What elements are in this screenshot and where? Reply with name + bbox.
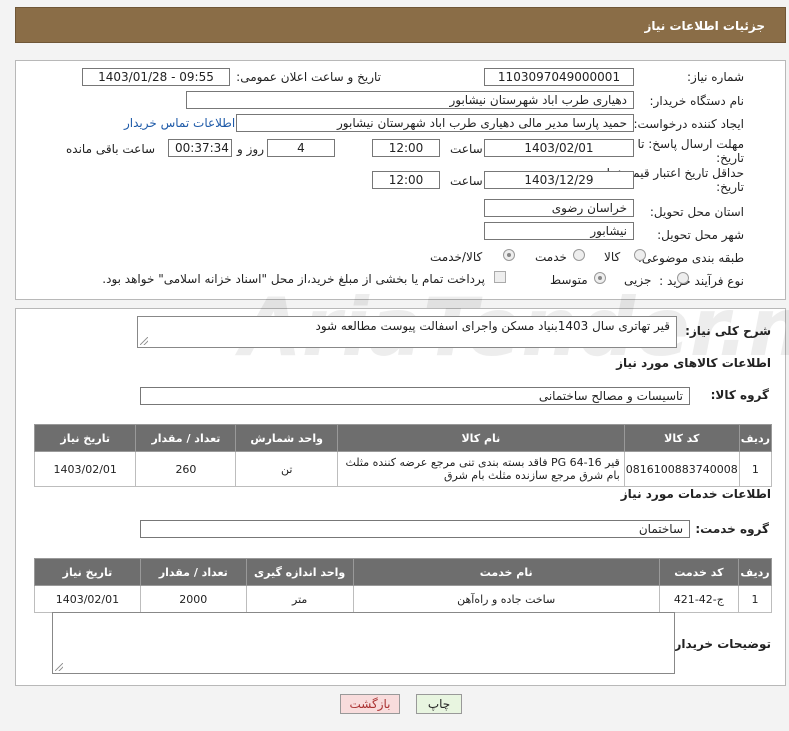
col-need-date: تاریخ نیاز xyxy=(34,558,141,586)
treasury-payment-checkbox[interactable] xyxy=(494,271,506,283)
goods-group-label: گروه کالا: xyxy=(710,388,769,402)
goods-group-field: تاسیسات و مصالح ساختمانی xyxy=(140,387,690,405)
service-qty: 2000 xyxy=(139,585,247,613)
purchase-option-medium: متوسط xyxy=(550,273,588,287)
goods-table: ردیف کد کالا نام کالا واحد شمارش تعداد /… xyxy=(33,424,773,487)
service-unit: متر xyxy=(245,585,354,613)
purchase-radio-medium[interactable] xyxy=(594,272,606,284)
remaining-time-field: 00:37:34 xyxy=(168,139,232,157)
category-label: طبقه بندی موضوعی: xyxy=(637,251,744,265)
buyer-notes-text xyxy=(53,613,674,617)
goods-section-title: اطلاعات کالاهای مورد نیاز xyxy=(616,356,771,370)
table-row: 1 0816100883740008 قیر PG 64-16 فاقد بست… xyxy=(33,451,773,487)
col-unit: واحد شمارش xyxy=(235,424,338,452)
buyer-notes-label: توضیحات خریدار: xyxy=(669,637,771,651)
buyer-org-label: نام دستگاه خریدار: xyxy=(649,94,745,108)
buyer-notes-textarea[interactable] xyxy=(52,612,675,674)
service-name: ساخت جاده و راه‌آهن xyxy=(352,585,660,613)
table-row: 1 ج-42-421 ساخت جاده و راه‌آهن متر 2000 … xyxy=(34,585,773,613)
need-number-label: شماره نیاز: xyxy=(687,70,744,84)
requester-field: حمید پارسا مدیر مالی دهیاری طرب اباد شهر… xyxy=(236,114,634,132)
service-row-number: 1 xyxy=(737,585,773,613)
category-option-goods: کالا xyxy=(604,250,621,264)
need-number-field: 1103097049000001 xyxy=(484,68,634,86)
resize-handle-icon[interactable] xyxy=(140,337,148,345)
validity-date-label: تاریخ: xyxy=(716,180,744,194)
col-qty: تعداد / مقدار xyxy=(135,424,237,452)
category-radio-goods[interactable] xyxy=(634,249,646,261)
buyer-contact-link[interactable]: اطلاعات تماس خریدار xyxy=(124,116,235,130)
page-header: جزئیات اطلاعات نیاز xyxy=(15,7,786,43)
city-label: شهر محل تحویل: xyxy=(657,228,744,242)
category-option-goods-service: کالا/خدمت xyxy=(430,250,483,264)
send-date-field: 1403/02/01 xyxy=(484,139,634,157)
col-row: ردیف xyxy=(738,424,773,452)
city-field: نیشابور xyxy=(484,222,634,240)
col-row: ردیف xyxy=(737,558,773,586)
col-service-name: نام خدمت xyxy=(352,558,660,586)
announce-date-field: 1403/01/28 - 09:55 xyxy=(82,68,230,86)
remaining-time-label: ساعت باقی مانده xyxy=(66,142,156,156)
service-need-date: 1403/02/01 xyxy=(34,585,141,613)
col-unit: واحد اندازه گیری xyxy=(245,558,354,586)
goods-unit: تن xyxy=(235,451,338,487)
purchase-radio-minor[interactable] xyxy=(677,272,689,284)
print-button[interactable]: چاپ xyxy=(416,694,462,714)
province-label: استان محل تحویل: xyxy=(649,205,744,219)
send-deadline-label: مهلت ارسال پاسخ: تا xyxy=(637,137,744,151)
category-radio-service[interactable] xyxy=(573,249,585,261)
category-option-service: خدمت xyxy=(535,250,567,264)
services-section-title: اطلاعات خدمات مورد نیاز xyxy=(620,487,771,501)
description-textarea[interactable]: قیر تهاتری سال 1403بنیاد مسکن واجرای اسف… xyxy=(137,316,677,348)
goods-row-number: 1 xyxy=(738,451,773,487)
col-goods-code: کد کالا xyxy=(623,424,740,452)
days-field: 4 xyxy=(267,139,335,157)
send-time-label: ساعت xyxy=(450,142,483,156)
services-group-label: گروه خدمت: xyxy=(695,522,769,536)
send-time-field: 12:00 xyxy=(372,139,440,157)
col-service-code: کد خدمت xyxy=(658,558,739,586)
goods-table-header: ردیف کد کالا نام کالا واحد شمارش تعداد /… xyxy=(33,424,773,452)
treasury-payment-note: پرداخت تمام یا بخشی از مبلغ خرید،از محل … xyxy=(102,272,485,286)
col-goods-name: نام کالا xyxy=(336,424,625,452)
purchase-type-label: نوع فرآیند خرید : xyxy=(659,274,744,288)
send-deadline-date-label: تاریخ: xyxy=(716,151,744,165)
resize-handle-icon[interactable] xyxy=(55,663,63,671)
goods-code: 0816100883740008 xyxy=(623,451,740,487)
page-title: جزئیات اطلاعات نیاز xyxy=(644,19,765,33)
validity-date-field: 1403/12/29 xyxy=(484,171,634,189)
validity-time-label: ساعت xyxy=(450,174,483,188)
announce-date-label: تاریخ و ساعت اعلان عمومی: xyxy=(236,70,381,84)
services-table: ردیف کد خدمت نام خدمت واحد اندازه گیری ت… xyxy=(34,558,773,613)
category-radio-goods-service[interactable] xyxy=(503,249,515,261)
services-table-header: ردیف کد خدمت نام خدمت واحد اندازه گیری ت… xyxy=(34,558,773,586)
buyer-org-field: دهیاری طرب اباد شهرستان نیشابور xyxy=(186,91,634,109)
purchase-option-minor: جزیی xyxy=(624,273,652,287)
province-field: خراسان رضوی xyxy=(484,199,634,217)
days-label: روز و xyxy=(237,142,264,156)
col-qty: تعداد / مقدار xyxy=(139,558,247,586)
col-need-date: تاریخ نیاز xyxy=(33,424,137,452)
validity-time-field: 12:00 xyxy=(372,171,440,189)
description-label: شرح کلی نیاز: xyxy=(685,324,771,338)
services-group-field: ساختمان xyxy=(140,520,690,538)
description-text: قیر تهاتری سال 1403بنیاد مسکن واجرای اسف… xyxy=(315,319,671,333)
service-code: ج-42-421 xyxy=(658,585,739,613)
back-button[interactable]: بازگشت xyxy=(340,694,400,714)
requester-label: ایجاد کننده درخواست: xyxy=(633,117,744,131)
goods-name: قیر PG 64-16 فاقد بسته بندی تنی مرجع عرض… xyxy=(336,451,625,487)
goods-need-date: 1403/02/01 xyxy=(33,451,137,487)
goods-qty: 260 xyxy=(135,451,237,487)
